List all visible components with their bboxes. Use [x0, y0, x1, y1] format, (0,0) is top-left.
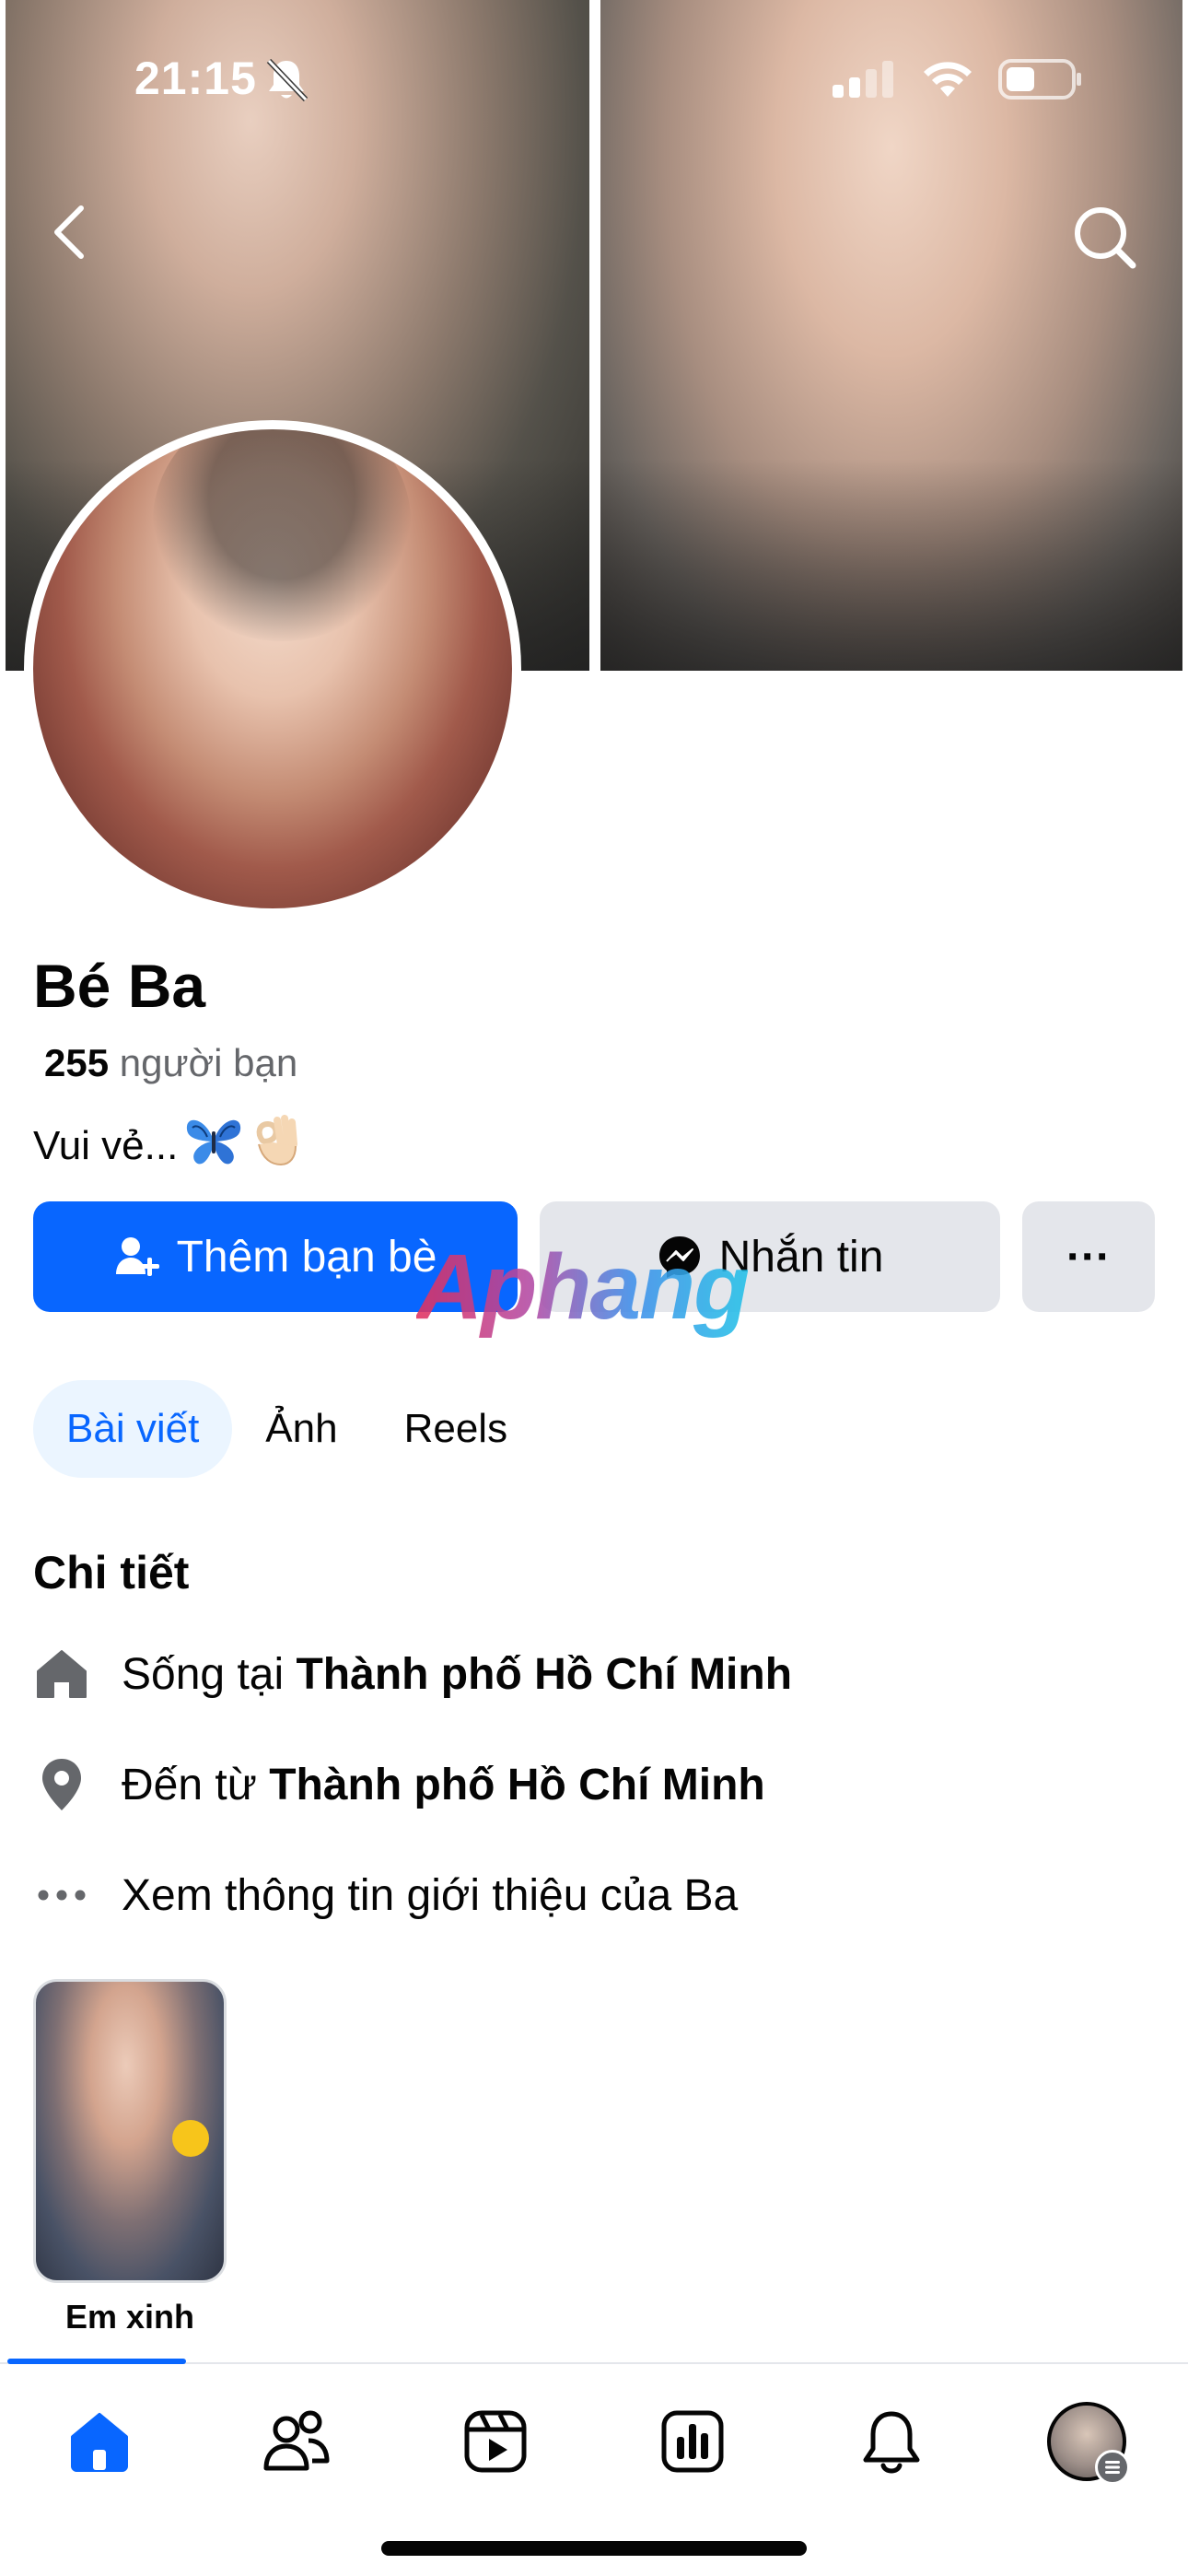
- cellular-signal-icon: [833, 61, 897, 102]
- watermark: Aphang: [416, 1235, 750, 1339]
- more-options-button[interactable]: ···: [1022, 1201, 1155, 1312]
- active-tab-indicator: [7, 2359, 186, 2364]
- back-button[interactable]: [41, 195, 96, 269]
- add-friend-label: Thêm bạn bè: [176, 1232, 437, 1282]
- tab-posts[interactable]: Bài viết: [33, 1380, 233, 1478]
- battery-icon: [998, 59, 1083, 104]
- status-bar: 21:15: [0, 0, 1188, 157]
- chevron-left-icon: [54, 205, 84, 259]
- profile-name: Bé Ba: [33, 952, 206, 1020]
- profile-tabs: Bài viết Ảnh Reels: [33, 1380, 541, 1478]
- video-icon: [464, 2410, 527, 2473]
- ok-hand-emoji-icon: [250, 1113, 301, 1178]
- feeds-icon: [661, 2410, 724, 2473]
- detail-from: Đến từ Thành phố Hồ Chí Minh: [33, 1756, 765, 1813]
- see-about-label: Xem thông tin giới thiệu của Ba: [122, 1870, 739, 1920]
- wifi-icon: [921, 60, 974, 103]
- featured-highlight[interactable]: Em xinh ngoan: [33, 1979, 227, 2338]
- profile-bio: Vui vẻ...: [33, 1113, 301, 1178]
- highlight-label: Em xinh ngoan: [64, 2298, 195, 2336]
- bell-off-icon: [265, 57, 309, 108]
- tab-photos[interactable]: Ảnh: [232, 1380, 370, 1478]
- more-icon: ···: [1066, 1232, 1111, 1282]
- profile-avatar[interactable]: [24, 420, 521, 918]
- menu-badge-icon: [1095, 2450, 1130, 2485]
- lives-in-value[interactable]: Thành phố Hồ Chí Minh: [296, 1649, 792, 1700]
- friends-label: người bạn: [119, 1041, 298, 1084]
- highlight-thumbnail: [33, 1979, 227, 2283]
- nav-friends[interactable]: [250, 2395, 343, 2488]
- search-button[interactable]: [1063, 195, 1146, 278]
- more-dots-icon: [33, 1867, 90, 1924]
- details-title: Chi tiết: [33, 1547, 190, 1598]
- friends-number: 255: [44, 1041, 110, 1084]
- tab-reels[interactable]: Reels: [371, 1380, 542, 1478]
- nav-notifications[interactable]: [845, 2395, 938, 2488]
- search-icon: [1075, 207, 1136, 269]
- bell-icon: [863, 2411, 920, 2474]
- location-pin-icon: [33, 1756, 90, 1813]
- profile-avatar-small: [1047, 2402, 1130, 2485]
- friends-icon: [263, 2410, 330, 2471]
- nav-profile[interactable]: [1041, 2395, 1133, 2488]
- friends-count[interactable]: 255 người bạn: [44, 1041, 297, 1085]
- detail-lives-in: Sống tại Thành phố Hồ Chí Minh: [33, 1645, 792, 1703]
- status-icons: [833, 59, 1083, 104]
- nav-home[interactable]: [53, 2395, 146, 2488]
- profile-picture: [33, 429, 512, 908]
- nav-feeds[interactable]: [646, 2395, 739, 2488]
- home-icon: [71, 2413, 128, 2472]
- status-time: 21:15: [134, 53, 257, 104]
- bio-text: Vui vẻ...: [33, 1122, 179, 1168]
- home-indicator: [381, 2541, 807, 2556]
- nav-video[interactable]: [449, 2395, 542, 2488]
- see-about-link[interactable]: Xem thông tin giới thiệu của Ba: [33, 1867, 738, 1924]
- add-friend-icon: [115, 1237, 159, 1276]
- from-value[interactable]: Thành phố Hồ Chí Minh: [269, 1760, 765, 1810]
- butterfly-emoji-icon: [183, 1115, 244, 1177]
- from-prefix: Đến từ: [122, 1760, 257, 1809]
- lives-in-prefix: Sống tại: [122, 1649, 285, 1699]
- home-icon: [33, 1645, 90, 1703]
